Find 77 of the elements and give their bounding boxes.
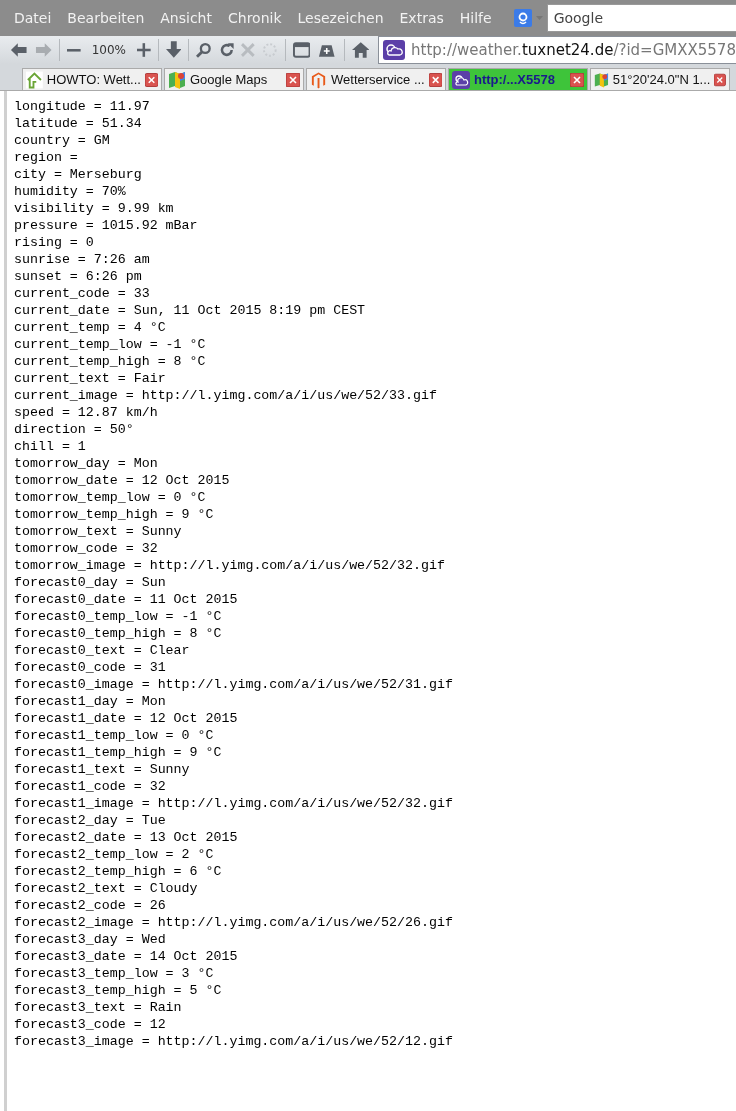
- text-line: forecast3_code = 12: [14, 1016, 167, 1033]
- text-line: forecast2_temp_high = 6 °C: [14, 863, 223, 880]
- menu-item[interactable]: Datei: [6, 10, 60, 26]
- text-line: tomorrow_text = Sunny: [14, 523, 183, 540]
- text-line: current_code = 33: [14, 285, 151, 302]
- text-line: forecast0_text = Clear: [14, 642, 191, 659]
- text-line: forecast0_temp_high = 8 °C: [14, 625, 223, 642]
- browser-tab[interactable]: Wetterservice ...: [306, 68, 446, 90]
- address-bar[interactable]: http://weather.tuxnet24.de/?id=GMXX5578: [378, 36, 736, 64]
- text-line: forecast2_text = Cloudy: [14, 880, 199, 897]
- text-line: forecast1_temp_high = 9 °C: [14, 744, 223, 761]
- text-line: forecast2_day = Tue: [14, 812, 167, 829]
- text-line: forecast0_temp_low = -1 °C: [14, 608, 223, 625]
- text-line: city = Merseburg: [14, 166, 143, 183]
- text-line: forecast2_date = 13 Oct 2015: [14, 829, 239, 846]
- text-line: forecast2_temp_low = 2 °C: [14, 846, 215, 863]
- browser-tab[interactable]: Google Maps: [164, 68, 304, 90]
- tab-title: Google Maps: [190, 72, 269, 87]
- text-line: longitude = 11.97: [14, 98, 151, 115]
- text-line: forecast1_day = Mon: [14, 693, 167, 710]
- browser-tab[interactable]: 51°20'24.0"N 1...: [590, 68, 730, 90]
- text-line: forecast0_day = Sun: [14, 574, 167, 591]
- text-line: forecast0_code = 31: [14, 659, 167, 676]
- tab-title: HOWTO: Wett...: [46, 72, 141, 87]
- text-line: forecast1_code = 32: [14, 778, 167, 795]
- text-line: humidity = 70%: [14, 183, 127, 200]
- text-line: forecast2_code = 26: [14, 897, 167, 914]
- text-line: latitude = 51.34: [14, 115, 143, 132]
- text-line: forecast3_temp_low = 3 °C: [14, 965, 215, 982]
- text-line: forecast2_image = http://l.yimg.com/a/i/us/we/52/26.gif: [14, 914, 454, 931]
- menu-item[interactable]: Bearbeiten: [59, 10, 153, 26]
- text-line: speed = 12.87 km/h: [14, 404, 159, 421]
- text-line: tomorrow_code = 32: [14, 540, 159, 557]
- text-line: forecast3_day = Wed: [14, 931, 167, 948]
- text-line: current_temp = 4 °C: [14, 319, 167, 336]
- text-line: forecast1_image = http://l.yimg.com/a/i/us/we/52/32.gif: [14, 795, 454, 812]
- text-line: current_image = http://l.yimg.com/a/i/us/we/52/33.gif: [14, 387, 438, 404]
- text-line: visibility = 9.99 km: [14, 200, 175, 217]
- text-line: current_temp_low = -1 °C: [14, 336, 207, 353]
- text-line: forecast3_temp_high = 5 °C: [14, 982, 223, 999]
- menu-item[interactable]: Ansicht: [152, 10, 220, 26]
- menu-item[interactable]: Hilfe: [451, 10, 500, 26]
- menu-item[interactable]: Chronik: [220, 10, 290, 26]
- text-line: region =: [14, 149, 79, 166]
- menu-item[interactable]: Extras: [391, 10, 452, 26]
- text-line: forecast1_text = Sunny: [14, 761, 191, 778]
- text-line: tomorrow_temp_high = 9 °C: [14, 506, 215, 523]
- text-line: direction = 50°: [14, 421, 135, 438]
- text-line: forecast3_image = http://l.yimg.com/a/i/us/we/52/12.gif: [14, 1033, 454, 1050]
- text-line: current_text = Fair: [14, 370, 167, 387]
- browser-tab[interactable]: HOWTO: Wett...: [22, 68, 162, 90]
- text-line: forecast0_image = http://l.yimg.com/a/i/us/we/52/31.gif: [14, 676, 454, 693]
- text-line: sunset = 6:26 pm: [14, 268, 143, 285]
- url-text: http://weather.tuxnet24.de/?id=GMXX5578: [411, 41, 736, 59]
- text-line: tomorrow_day = Mon: [14, 455, 159, 472]
- search-field[interactable]: Google: [546, 4, 736, 32]
- text-line: forecast1_temp_low = 0 °C: [14, 727, 215, 744]
- text-line: tomorrow_temp_low = 0 °C: [14, 489, 207, 506]
- text-line: sunrise = 7:26 am: [14, 251, 151, 268]
- text-line: forecast1_date = 12 Oct 2015: [14, 710, 239, 727]
- text-line: forecast0_date = 11 Oct 2015: [14, 591, 239, 608]
- text-line: tomorrow_date = 12 Oct 2015: [14, 472, 231, 489]
- tab-title: Wetterservice ...: [331, 72, 425, 87]
- text-line: current_temp_high = 8 °C: [14, 353, 207, 370]
- text-line: country = GM: [14, 132, 111, 149]
- tab-title: 51°20'24.0"N 1...: [612, 72, 711, 87]
- text-line: pressure = 1015.92 mBar: [14, 217, 199, 234]
- text-line: forecast3_date = 14 Oct 2015: [14, 948, 239, 965]
- text-line: chill = 1: [14, 438, 87, 455]
- browser-tab[interactable]: http:/...X5578: [448, 68, 588, 90]
- zoom-level[interactable]: 100%: [87, 43, 130, 57]
- text-line: forecast3_text = Rain: [14, 999, 183, 1016]
- tab-title: http:/...X5578: [474, 72, 556, 87]
- menu-item[interactable]: Lesezeichen: [289, 10, 392, 26]
- text-line: tomorrow_image = http://l.yimg.com/a/i/us/we/52/32.gif: [14, 557, 446, 574]
- text-line: rising = 0: [14, 234, 95, 251]
- text-line: current_date = Sun, 11 Oct 2015 8:19 pm CEST: [14, 302, 367, 319]
